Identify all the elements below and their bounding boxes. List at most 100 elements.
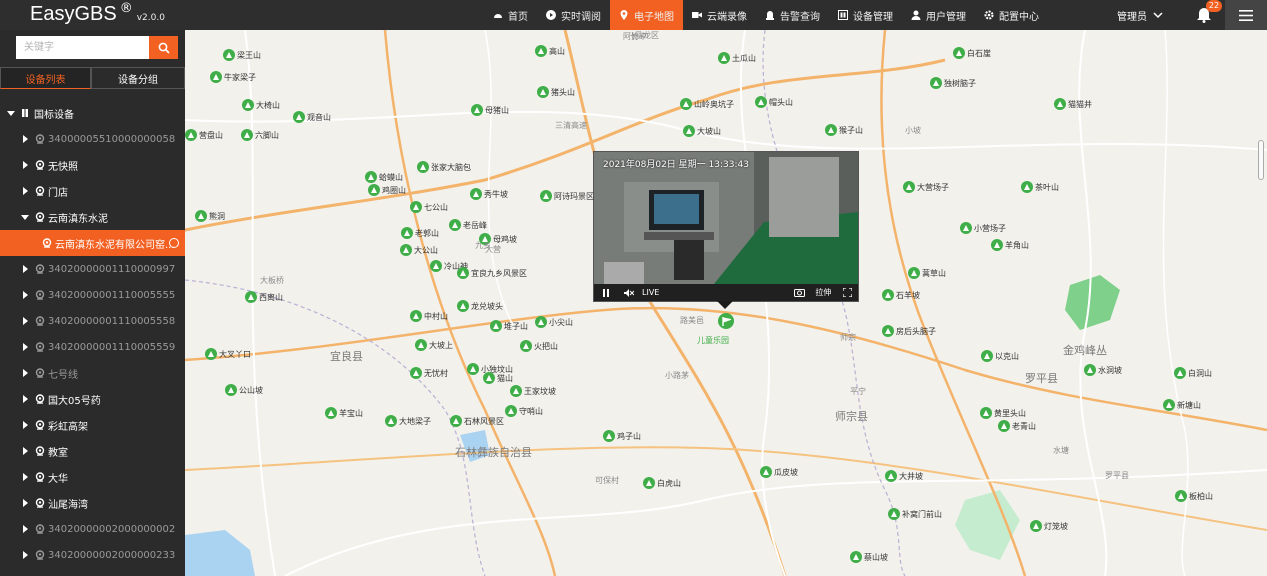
tree-item[interactable]: 34020000002000000002 bbox=[0, 516, 185, 542]
map-poi[interactable]: 石林风景区 bbox=[450, 415, 504, 427]
map-poi[interactable]: 水洞坡 bbox=[1084, 364, 1122, 376]
fullscreen-icon[interactable] bbox=[843, 288, 853, 297]
map-poi[interactable]: 猫山 bbox=[483, 372, 513, 384]
map-poi[interactable]: 蔡山坡 bbox=[850, 551, 888, 563]
map-poi[interactable]: 鸡圈山 bbox=[368, 184, 406, 196]
map-poi[interactable]: 守哨山 bbox=[505, 405, 543, 417]
tree-item[interactable]: 34020000001110005555 bbox=[0, 282, 185, 308]
selected-camera-marker[interactable] bbox=[718, 313, 734, 329]
nav-live-view[interactable]: 实时调阅 bbox=[537, 0, 610, 30]
map-poi[interactable]: 七公山 bbox=[410, 201, 448, 213]
user-menu[interactable]: 管理员 bbox=[1117, 0, 1163, 30]
map-poi[interactable]: 张家大脑包 bbox=[417, 161, 471, 173]
map-poi[interactable]: 石羊坡 bbox=[882, 289, 920, 301]
live-video-feed[interactable]: 2021年08月02日 星期一 13:33:43 bbox=[594, 152, 858, 284]
map-poi[interactable]: 大营场子 bbox=[903, 181, 949, 193]
tab-device-group[interactable]: 设备分组 bbox=[91, 67, 185, 89]
map-poi[interactable]: 白洞山 bbox=[1174, 367, 1212, 379]
map-poi[interactable]: 公山坡 bbox=[225, 384, 263, 396]
tab-device-list[interactable]: 设备列表 bbox=[0, 67, 91, 89]
tree-item[interactable]: 34020000001110005559 bbox=[0, 334, 185, 360]
map-canvas[interactable]: 2021年08月02日 星期一 13:33:43 LIVE 拉伸 儿童乐园 梁王… bbox=[185, 30, 1267, 576]
map-poi[interactable]: 无忧村 bbox=[410, 367, 448, 379]
nav-home[interactable]: 首页 bbox=[484, 0, 537, 30]
map-poi[interactable]: 羊宝山 bbox=[325, 407, 363, 419]
map-poi[interactable]: 山岭奥坑子 bbox=[680, 98, 734, 110]
tree-item[interactable]: 34020000001110005558 bbox=[0, 308, 185, 334]
search-button[interactable] bbox=[149, 36, 178, 59]
map-poi[interactable]: 营盘山 bbox=[185, 129, 223, 141]
map-poi[interactable]: 王家坟坡 bbox=[510, 385, 556, 397]
map-poi[interactable]: 大地梁子 bbox=[385, 415, 431, 427]
map-poi[interactable]: 梁王山 bbox=[223, 49, 261, 61]
map-poi[interactable]: 羊角山 bbox=[991, 239, 1029, 251]
map-poi[interactable]: 猫猫井 bbox=[1054, 98, 1092, 110]
map-poi[interactable]: 黄里头山 bbox=[980, 407, 1026, 419]
map-poi[interactable]: 蛤蟆山 bbox=[365, 171, 403, 183]
map-poi[interactable]: 新塘山 bbox=[1163, 399, 1201, 411]
map-poi[interactable]: 以克山 bbox=[981, 350, 1019, 362]
map-poi[interactable]: 大井坡 bbox=[885, 470, 923, 482]
map-poi[interactable]: 堆子山 bbox=[490, 320, 528, 332]
menu-toggle-button[interactable] bbox=[1225, 0, 1267, 30]
map-poi[interactable]: 小尖山 bbox=[535, 316, 573, 328]
map-poi[interactable]: 白石崖 bbox=[953, 47, 991, 59]
map-poi[interactable]: 独树脑子 bbox=[930, 77, 976, 89]
map-poi[interactable]: 老郭山 bbox=[401, 227, 439, 239]
map-poi[interactable]: 熊洞 bbox=[195, 210, 225, 222]
nav-map[interactable]: 电子地图 bbox=[610, 0, 683, 30]
tree-item[interactable]: 汕尾海湾 bbox=[0, 490, 185, 516]
map-poi[interactable]: 土瓜山 bbox=[718, 52, 756, 64]
tree-item[interactable]: 大华 bbox=[0, 464, 185, 490]
pause-icon[interactable] bbox=[602, 288, 610, 297]
tree-item[interactable]: 国大05号药 bbox=[0, 386, 185, 412]
nav-config-center[interactable]: 配置中心 bbox=[975, 0, 1048, 30]
map-poi[interactable]: 房后头脑子 bbox=[882, 325, 936, 337]
map-poi[interactable]: 高山 bbox=[535, 45, 565, 57]
map-poi[interactable]: 中村山 bbox=[410, 310, 448, 322]
map-poi[interactable]: 大椅山 bbox=[242, 99, 280, 111]
tree-item[interactable]: 34020000002000000233 bbox=[0, 542, 185, 568]
map-poi[interactable]: 大坡上 bbox=[415, 339, 453, 351]
tree-item[interactable]: 七号线 bbox=[0, 360, 185, 386]
screenshot-icon[interactable] bbox=[794, 288, 806, 297]
tree-item[interactable]: 无快照 bbox=[0, 152, 185, 178]
mute-icon[interactable] bbox=[624, 288, 634, 297]
map-poi[interactable]: 猴子山 bbox=[825, 124, 863, 136]
map-poi[interactable]: 宜良九乡风景区 bbox=[457, 267, 527, 279]
map-poi[interactable]: 白虎山 bbox=[643, 477, 681, 489]
map-poi[interactable]: 蒿草山 bbox=[908, 267, 946, 279]
map-poi[interactable]: 阿诗玛景区 bbox=[540, 190, 594, 202]
tree-root-gb-devices[interactable]: 国标设备 bbox=[0, 100, 185, 126]
map-poi[interactable]: 秀牛坡 bbox=[470, 188, 508, 200]
map-poi[interactable]: 大坡山 bbox=[683, 125, 721, 137]
map-poi[interactable]: 六脚山 bbox=[241, 129, 279, 141]
map-poi[interactable]: 老青山 bbox=[998, 420, 1036, 432]
map-poi[interactable]: 母猪山 bbox=[471, 104, 509, 116]
map-poi[interactable]: 板柏山 bbox=[1175, 490, 1213, 502]
map-poi[interactable]: 大公山 bbox=[400, 244, 438, 256]
map-poi[interactable]: 火把山 bbox=[520, 340, 558, 352]
tree-item[interactable]: 教室 bbox=[0, 438, 185, 464]
map-poi[interactable]: 牛家梁子 bbox=[210, 71, 256, 83]
map-poi[interactable]: 西离山 bbox=[245, 291, 283, 303]
map-poi[interactable]: 灯笼坡 bbox=[1030, 520, 1068, 532]
map-zoom-scroll-handle[interactable] bbox=[1258, 140, 1264, 180]
tree-item-selected-camera[interactable]: 云南滇东水泥有限公司窑... bbox=[0, 230, 185, 256]
map-poi[interactable]: 大叉丫口 bbox=[205, 348, 251, 360]
map-poi[interactable]: 观音山 bbox=[293, 111, 331, 123]
tree-item[interactable]: 34000005510000000058 bbox=[0, 126, 185, 152]
map-poi[interactable]: 猪头山 bbox=[537, 86, 575, 98]
map-poi[interactable]: 补窝门前山 bbox=[888, 508, 942, 520]
map-poi[interactable]: 瓜皮坡 bbox=[760, 466, 798, 478]
map-poi[interactable]: 小营场子 bbox=[960, 222, 1006, 234]
nav-device-management[interactable]: 设备管理 bbox=[829, 0, 902, 30]
nav-user-management[interactable]: 用户管理 bbox=[902, 0, 975, 30]
map-poi[interactable]: 鸡子山 bbox=[603, 430, 641, 442]
nav-cloud-recording[interactable]: 云端录像 bbox=[683, 0, 756, 30]
map-poi[interactable]: 帽头山 bbox=[755, 96, 793, 108]
map-poi[interactable]: 茶叶山 bbox=[1021, 181, 1059, 193]
map-poi[interactable]: 老岳峰 bbox=[449, 219, 487, 231]
video-popup[interactable]: 2021年08月02日 星期一 13:33:43 LIVE 拉伸 bbox=[593, 151, 859, 302]
search-input[interactable] bbox=[16, 36, 149, 59]
